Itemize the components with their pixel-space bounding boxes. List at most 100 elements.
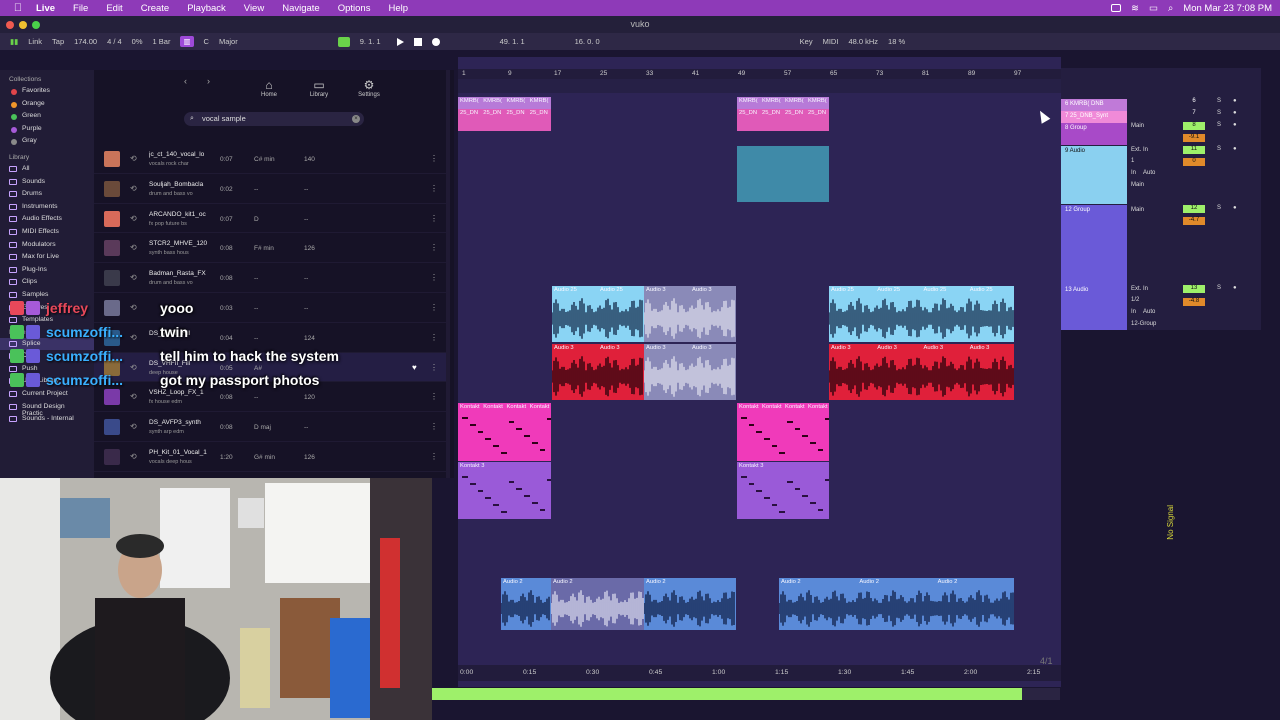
library-item[interactable]: MIDI Effects bbox=[0, 226, 94, 239]
solo-button[interactable]: S bbox=[1217, 98, 1221, 104]
places-item[interactable]: Sounds - Internal bbox=[0, 413, 94, 426]
link-button[interactable]: Link bbox=[28, 37, 42, 46]
places-item[interactable]: Sound Design Practic bbox=[0, 401, 94, 417]
loop-icon[interactable]: ⟲ bbox=[130, 154, 137, 163]
key-map-button[interactable]: Key bbox=[800, 37, 813, 46]
browser-scrollbar[interactable] bbox=[446, 70, 450, 478]
library-item[interactable]: Plug-Ins bbox=[0, 264, 94, 277]
library-item[interactable]: Audio Effects bbox=[0, 213, 94, 226]
more-icon[interactable]: ⋮ bbox=[430, 452, 438, 461]
output-select[interactable]: Main bbox=[1131, 207, 1144, 213]
more-icon[interactable]: ⋮ bbox=[430, 154, 438, 163]
input-select[interactable]: Ext. In bbox=[1131, 147, 1148, 153]
track-number-button[interactable]: 11 bbox=[1183, 146, 1205, 154]
collection-green[interactable]: Green bbox=[0, 110, 94, 123]
wifi-icon[interactable]: ≋ bbox=[1131, 3, 1139, 14]
arrangement-view[interactable]: 191725334149576573818997Set KMRB(KMRB(KM… bbox=[458, 57, 1078, 687]
zoom-icon[interactable] bbox=[32, 21, 40, 29]
collection-favorites[interactable]: Favorites bbox=[0, 85, 94, 98]
menu-options[interactable]: Options bbox=[338, 3, 371, 14]
arrangement-clip[interactable]: Audio 25 Audio 25 Audio 25 Audio 25 bbox=[829, 286, 1014, 342]
arrangement-clip[interactable]: Audio 25 Audio 25 bbox=[552, 286, 644, 342]
nav-home[interactable]: ⌂ Home bbox=[254, 78, 284, 98]
output-select[interactable]: Main bbox=[1131, 182, 1144, 188]
monitor-in[interactable]: In bbox=[1131, 170, 1136, 176]
library-item[interactable]: Instruments bbox=[0, 201, 94, 214]
record-icon[interactable] bbox=[431, 37, 440, 46]
loop-start-field[interactable]: 49. 1. 1 bbox=[500, 37, 525, 46]
mixer-track-title[interactable]: 9 Audio bbox=[1061, 146, 1127, 204]
mixer-track-title[interactable]: 6 KMRB( DNB bbox=[1061, 99, 1127, 111]
loop-icon[interactable]: ⟲ bbox=[130, 452, 137, 461]
library-item[interactable]: Sounds bbox=[0, 176, 94, 189]
input-select[interactable]: Ext. In bbox=[1131, 286, 1148, 292]
input-channel[interactable]: 1 bbox=[1131, 158, 1134, 164]
screen-icon[interactable] bbox=[1111, 4, 1121, 12]
track-number-button[interactable]: 6 bbox=[1183, 98, 1205, 106]
list-item[interactable]: ⟲ Badman_Rasta_FX drum and bass vo 0:08 -- --… bbox=[94, 263, 446, 293]
search-field[interactable]: ⌕ vocal sample × bbox=[184, 112, 364, 126]
volume-value[interactable]: 0 bbox=[1183, 158, 1205, 166]
clear-icon[interactable]: × bbox=[352, 115, 360, 123]
minimize-icon[interactable] bbox=[19, 21, 27, 29]
scale-toggle[interactable]: ▥ bbox=[180, 36, 194, 47]
solo-button[interactable]: S bbox=[1217, 110, 1221, 116]
arrangement-clip[interactable]: Audio 3 Audio 3 bbox=[644, 286, 736, 342]
menu-help[interactable]: Help bbox=[388, 3, 408, 14]
arrangement-clip[interactable]: Audio 3 Audio 3 bbox=[552, 344, 644, 400]
arrangement-clip[interactable]: Audio 2 bbox=[644, 578, 736, 630]
close-icon[interactable] bbox=[6, 21, 14, 29]
key-select[interactable]: C bbox=[204, 37, 209, 46]
list-item[interactable]: ⟲ jc_ct_140_vocal_lo vocals rock char 0:07 C… bbox=[94, 144, 446, 174]
arrangement-clip[interactable]: Kontakt Kontakt Kontakt Kontakt bbox=[737, 403, 829, 461]
arrangement-clip[interactable]: KMRB(KMRB(KMRB(KMRB( bbox=[458, 97, 551, 109]
menu-file[interactable]: File bbox=[73, 3, 88, 14]
signature-field[interactable]: 4 / 4 bbox=[107, 37, 122, 46]
midi-map-button[interactable]: MIDI bbox=[823, 37, 839, 46]
more-icon[interactable]: ⋮ bbox=[430, 184, 438, 193]
tempo-field[interactable]: 174.00 bbox=[74, 37, 97, 46]
solo-button[interactable]: S bbox=[1217, 285, 1221, 291]
menu-navigate[interactable]: Navigate bbox=[282, 3, 320, 14]
volume-value[interactable]: -4.8 bbox=[1183, 298, 1205, 306]
collection-orange[interactable]: Orange bbox=[0, 98, 94, 111]
apple-icon[interactable]:  bbox=[0, 2, 36, 14]
arrangement-clip[interactable]: KMRB(KMRB(KMRB(KMRB( bbox=[737, 97, 829, 109]
arrangement-clip[interactable]: Audio 2 bbox=[551, 578, 644, 630]
position-field[interactable]: 9. 1. 1 bbox=[360, 37, 381, 46]
solo-button[interactable]: S bbox=[1217, 146, 1221, 152]
arrangement-clip[interactable]: 25_DN 25_DN 25_DN 25_DN bbox=[737, 109, 829, 131]
input-channel[interactable]: 1/2 bbox=[1131, 297, 1139, 303]
loop-icon[interactable]: ⟲ bbox=[130, 243, 137, 252]
list-item[interactable]: ⟲ PH_Kit_01_Vocal_1 vocals deep hous 1:20 G#… bbox=[94, 442, 446, 472]
list-item[interactable]: ⟲ STCR2_MHVE_120 synth bass hous 0:08 F# min… bbox=[94, 233, 446, 264]
monitor-auto[interactable]: Auto bbox=[1143, 170, 1155, 176]
mixer-track-title[interactable]: 12 Group bbox=[1061, 205, 1127, 285]
menu-create[interactable]: Create bbox=[141, 3, 170, 14]
arm-icon[interactable]: ● bbox=[1233, 146, 1237, 152]
arm-icon[interactable]: ● bbox=[1233, 110, 1237, 116]
loop-icon[interactable]: ⟲ bbox=[130, 273, 137, 282]
monitor-auto[interactable]: Auto bbox=[1143, 309, 1155, 315]
solo-button[interactable]: S bbox=[1217, 122, 1221, 128]
arm-icon[interactable]: ● bbox=[1233, 285, 1237, 291]
arrangement-clip[interactable]: Audio 2 Audio 2 Audio 2 bbox=[779, 578, 1014, 630]
quantize-select[interactable]: 1 Bar bbox=[153, 37, 171, 46]
arrangement-clip[interactable]: Audio 3 Audio 3 Audio 3 Audio 3 bbox=[829, 344, 1014, 400]
volume-value[interactable]: -4.7 bbox=[1183, 217, 1205, 225]
menu-edit[interactable]: Edit bbox=[106, 3, 122, 14]
menu-view[interactable]: View bbox=[244, 3, 264, 14]
output-select[interactable]: 12-Group bbox=[1131, 321, 1156, 327]
track-number-button[interactable]: 13 bbox=[1183, 285, 1205, 293]
list-item[interactable]: ⟲ DS_AVFP3_synth synth arp edm 0:08 D maj -- ⋮ bbox=[94, 412, 446, 442]
more-icon[interactable]: ⋮ bbox=[430, 273, 438, 282]
arrangement-clip[interactable]: Kontakt 3 bbox=[458, 462, 551, 519]
arrangement-clip[interactable]: 25_DN 25_DN 25_DN 25_DN bbox=[458, 109, 551, 131]
arrangement-clip[interactable]: Kontakt 3 bbox=[737, 462, 829, 519]
track-number-button[interactable]: 8 bbox=[1183, 122, 1205, 130]
collection-gray[interactable]: Gray bbox=[0, 135, 94, 148]
tap-button[interactable]: Tap bbox=[52, 37, 64, 46]
library-item[interactable]: Max for Live bbox=[0, 251, 94, 264]
loop-bar[interactable] bbox=[458, 79, 1061, 93]
more-icon[interactable]: ⋮ bbox=[430, 243, 438, 252]
